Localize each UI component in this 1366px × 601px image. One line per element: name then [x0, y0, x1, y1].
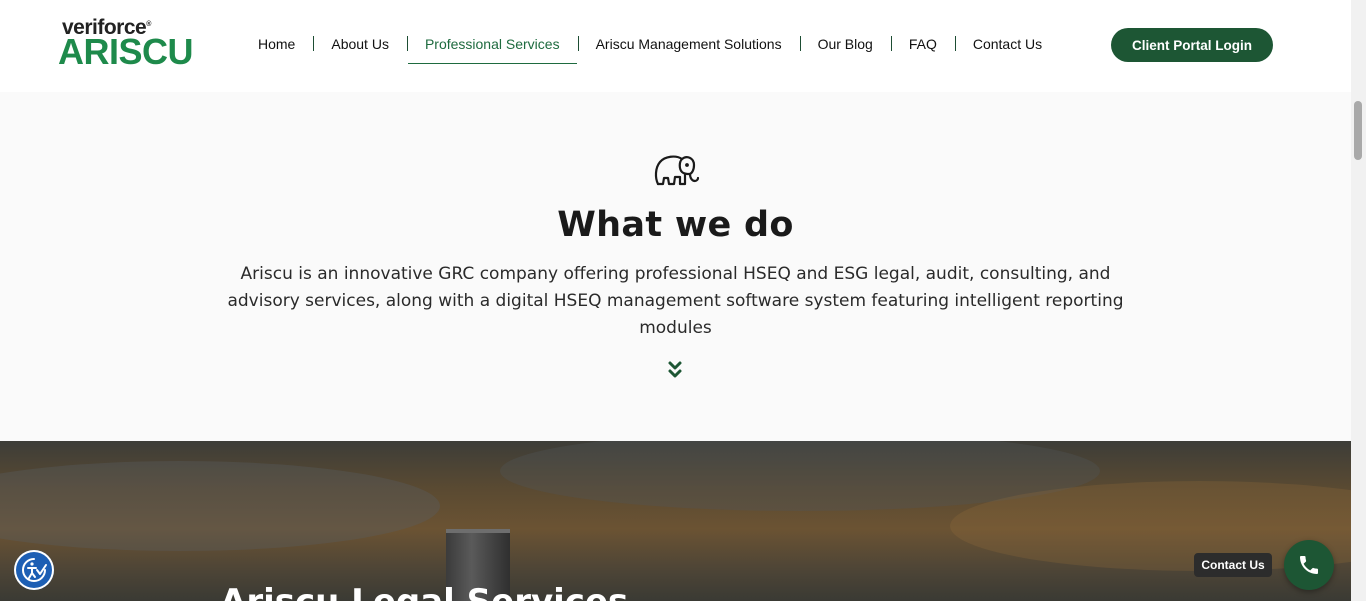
scrollbar-thumb[interactable] — [1354, 101, 1362, 160]
nav-contact-us[interactable]: Contact Us — [954, 25, 1060, 63]
nav-our-blog[interactable]: Our Blog — [799, 25, 891, 63]
what-we-do-description: Ariscu is an innovative GRC company offe… — [227, 264, 1124, 338]
client-portal-login-button[interactable]: Client Portal Login — [1111, 28, 1273, 62]
phone-icon — [1300, 556, 1318, 574]
nav-about-us[interactable]: About Us — [313, 25, 407, 63]
hero-title: Ariscu Legal Services — [220, 582, 628, 601]
hero-background-cloud — [0, 461, 440, 551]
main-nav: Home About Us Professional Services Aris… — [240, 25, 1060, 64]
what-we-do-title: What we do — [557, 205, 794, 245]
nav-home[interactable]: Home — [240, 25, 313, 63]
nav-faq[interactable]: FAQ — [890, 25, 955, 63]
accessibility-icon — [22, 558, 47, 582]
phone-call-button[interactable] — [1284, 540, 1334, 590]
elephant-icon — [654, 155, 700, 186]
site-header: veriforce® ARISCU Home About Us Professi… — [0, 0, 1351, 92]
nav-professional-services[interactable]: Professional Services — [406, 25, 578, 64]
double-chevron-down-icon[interactable] — [667, 360, 683, 380]
veriforce-ariscu-logo[interactable]: veriforce® ARISCU — [58, 16, 198, 72]
legal-services-hero: Ariscu Legal Services — [0, 441, 1351, 601]
accessibility-button[interactable] — [14, 550, 54, 590]
what-we-do-section: What we do Ariscu is an innovative GRC c… — [0, 92, 1351, 441]
nav-ariscu-management-solutions[interactable]: Ariscu Management Solutions — [577, 25, 800, 63]
page-scrollbar[interactable] — [1351, 0, 1366, 601]
contact-us-label[interactable]: Contact Us — [1194, 553, 1272, 577]
logo-ariscu-text: ARISCU — [58, 31, 194, 72]
